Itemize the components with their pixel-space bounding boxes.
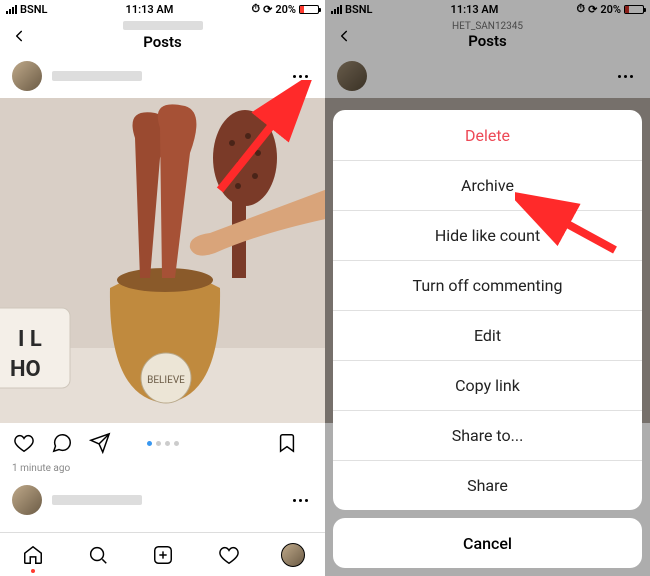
bookmark-icon — [276, 432, 298, 454]
username-blurred — [52, 71, 142, 81]
sheet-item-edit[interactable]: Edit — [333, 310, 642, 360]
comment-icon — [51, 432, 73, 454]
notification-dot — [31, 569, 35, 573]
plus-square-icon — [152, 544, 174, 566]
heart-icon — [218, 544, 240, 566]
next-post-author-row[interactable] — [0, 480, 325, 520]
action-sheet: Delete Archive Hide like count Turn off … — [333, 110, 642, 568]
status-bar: BSNL 11:13 AM ⏱ ⟳ 20% — [0, 0, 325, 18]
status-time: 11:13 AM — [47, 3, 251, 16]
post-action-row — [0, 423, 325, 463]
post-image[interactable]: BELIEVE I L HO — [0, 98, 325, 423]
back-button[interactable] — [4, 21, 34, 51]
search-icon — [87, 544, 109, 566]
sheet-item-share-to[interactable]: Share to... — [333, 410, 642, 460]
battery-icon — [299, 5, 319, 14]
nav-header: Posts — [0, 18, 325, 54]
avatar[interactable] — [12, 61, 42, 91]
svg-text:HO: HO — [10, 357, 41, 382]
post-more-button[interactable] — [287, 499, 313, 502]
post-author-row[interactable] — [0, 54, 325, 98]
sheet-item-turn-off-commenting[interactable]: Turn off commenting — [333, 260, 642, 310]
action-sheet-options: Delete Archive Hide like count Turn off … — [333, 110, 642, 510]
orientation-lock-icon: ⟳ — [263, 3, 272, 16]
alarm-icon: ⏱ — [252, 2, 261, 16]
sheet-item-hide-likes[interactable]: Hide like count — [333, 210, 642, 260]
tab-search[interactable] — [85, 542, 111, 568]
carrier-label: BSNL — [20, 3, 47, 16]
home-icon — [22, 544, 44, 566]
post-more-button[interactable] — [287, 75, 313, 78]
username-blurred — [52, 495, 142, 505]
signal-icon — [6, 5, 17, 14]
chevron-left-icon — [12, 29, 26, 43]
sheet-item-delete[interactable]: Delete — [333, 110, 642, 160]
svg-text:I L: I L — [18, 327, 42, 352]
tab-profile[interactable] — [281, 543, 305, 567]
post-timestamp: 1 minute ago — [0, 463, 325, 480]
tab-bar — [0, 532, 325, 576]
sheet-item-archive[interactable]: Archive — [333, 160, 642, 210]
share-button[interactable] — [88, 431, 112, 455]
sheet-item-share[interactable]: Share — [333, 460, 642, 510]
battery-percent: 20% — [275, 3, 296, 16]
sheet-item-copy-link[interactable]: Copy link — [333, 360, 642, 410]
tab-home[interactable] — [20, 542, 46, 568]
account-name-blurred — [123, 21, 203, 30]
comment-button[interactable] — [50, 431, 74, 455]
svg-text:BELIEVE: BELIEVE — [147, 375, 185, 386]
avatar[interactable] — [12, 485, 42, 515]
carousel-indicator — [147, 441, 179, 446]
sheet-cancel-button[interactable]: Cancel — [333, 518, 642, 568]
tab-activity[interactable] — [216, 542, 242, 568]
heart-icon — [13, 432, 35, 454]
save-button[interactable] — [275, 431, 299, 455]
tab-add[interactable] — [150, 542, 176, 568]
paper-plane-icon — [89, 432, 111, 454]
page-title: Posts — [123, 33, 203, 51]
like-button[interactable] — [12, 431, 36, 455]
